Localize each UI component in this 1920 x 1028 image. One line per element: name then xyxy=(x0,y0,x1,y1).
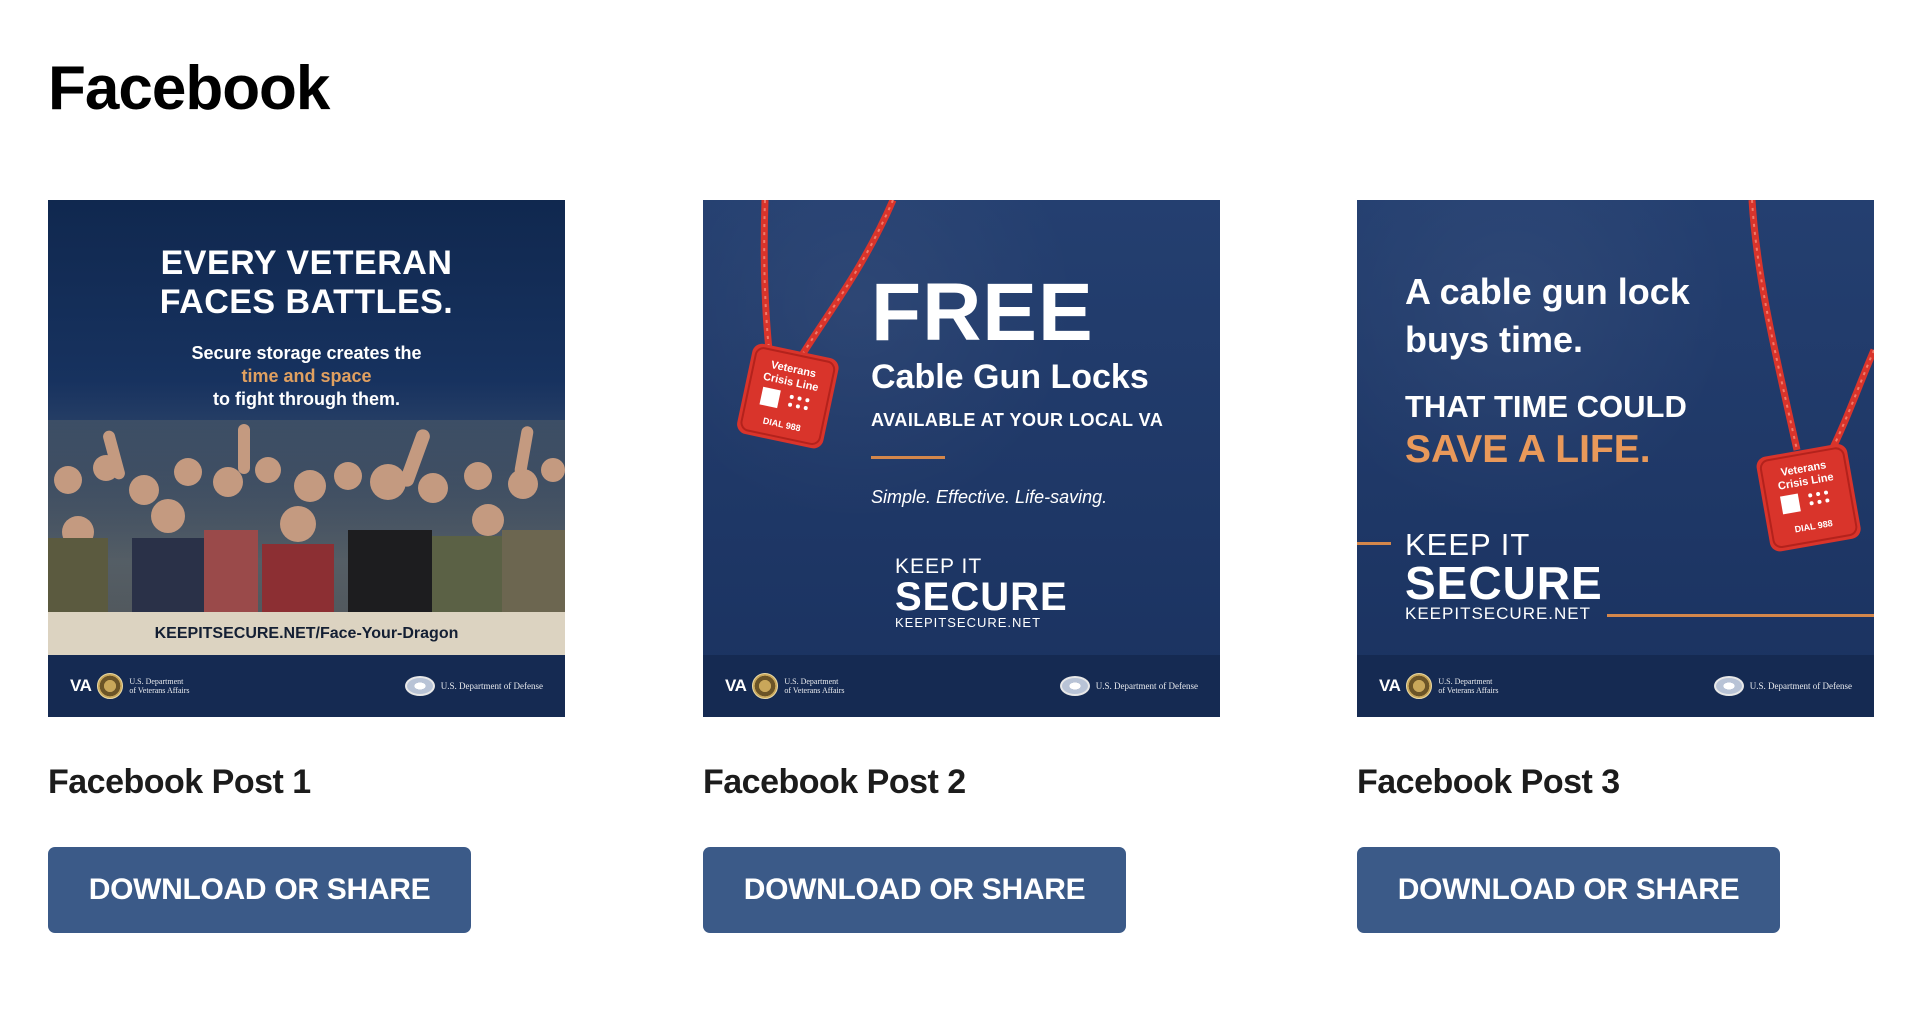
poster-url-bar: KEEPITSECURE.NET/Face-Your-Dragon xyxy=(48,612,565,656)
cable-lock-icon: Veterans Crisis Line DIAL 988 xyxy=(1748,200,1874,552)
poster-tagline: Simple. Effective. Life-saving. xyxy=(871,487,1108,507)
va-logo: VA U.S. Department of Veterans Affairs xyxy=(1379,673,1499,699)
section-title: Facebook xyxy=(48,54,330,123)
dod-logo: U.S. Department of Defense xyxy=(404,676,543,696)
download-or-share-button-1[interactable]: DOWNLOAD OR SHARE xyxy=(48,847,471,933)
accent-divider-left xyxy=(1357,542,1391,545)
card-title: Facebook Post 2 xyxy=(703,763,966,801)
headline-line-1: EVERY VETERAN xyxy=(160,244,453,282)
subtext-accent: time and space xyxy=(241,366,372,386)
download-or-share-button-3[interactable]: DOWNLOAD OR SHARE xyxy=(1357,847,1780,933)
poster-footer: VA U.S. Department of Veterans Affairs U… xyxy=(48,655,565,717)
poster-availability: AVAILABLE AT YOUR LOCAL VA xyxy=(871,410,1164,430)
facebook-post-2-image[interactable]: Veterans Crisis Line DIAL 988 FREE Cable… xyxy=(703,200,1220,717)
dod-logo: U.S. Department of Defense xyxy=(1059,676,1198,696)
dod-text: U.S. Department of Defense xyxy=(1749,681,1852,691)
facebook-post-card-1: EVERY VETERAN FACES BATTLES. Secure stor… xyxy=(48,200,565,933)
keep-it-secure-logo: KEEP IT SECURE KEEPITSECURE.NET xyxy=(895,555,1068,630)
subtext-line-1: Secure storage creates the xyxy=(191,343,422,363)
va-logo-text: VA xyxy=(725,676,747,695)
accent-divider-right xyxy=(1607,614,1874,617)
dod-text: U.S. Department of Defense xyxy=(1095,681,1198,691)
poster-headline: FREE xyxy=(871,267,1094,358)
pentagon-seal-icon xyxy=(1713,676,1744,696)
facebook-post-card-3: Veterans Crisis Line DIAL 988 A cable gu… xyxy=(1357,200,1874,933)
card-title: Facebook Post 3 xyxy=(1357,763,1620,801)
va-seal-icon xyxy=(1406,673,1433,699)
crowd-photo xyxy=(48,420,565,615)
poster-line-2: THAT TIME COULD xyxy=(1405,389,1687,424)
va-logo: VA U.S. Department of Veterans Affairs xyxy=(725,673,845,699)
va-logo: VA U.S. Department of Veterans Affairs xyxy=(70,673,190,699)
pentagon-seal-icon xyxy=(404,676,435,696)
va-logo-text: VA xyxy=(1379,676,1401,695)
dod-logo: U.S. Department of Defense xyxy=(1713,676,1852,696)
poster-headline: EVERY VETERAN FACES BATTLES. xyxy=(48,244,565,322)
facebook-post-card-2: Veterans Crisis Line DIAL 988 FREE Cable… xyxy=(703,200,1220,933)
facebook-post-1-image[interactable]: EVERY VETERAN FACES BATTLES. Secure stor… xyxy=(48,200,565,717)
keep-it-secure-logo: KEEP IT SECURE KEEPITSECURE.NET xyxy=(1405,527,1603,623)
poster-quote: A cable gun lock buys time. xyxy=(1405,271,1690,360)
poster-subtext: Secure storage creates the time and spac… xyxy=(48,342,565,411)
va-logo-text: VA xyxy=(70,676,92,695)
poster-footer: VA U.S. Department of Veterans Affairs U… xyxy=(703,655,1220,717)
subtext-line-2: to fight through them. xyxy=(213,389,400,409)
va-dept-text: U.S. Department of Veterans Affairs xyxy=(129,677,190,695)
va-dept-text: U.S. Department of Veterans Affairs xyxy=(784,677,845,695)
dod-text: U.S. Department of Defense xyxy=(440,681,543,691)
card-title: Facebook Post 1 xyxy=(48,763,311,801)
va-seal-icon xyxy=(97,673,124,699)
va-dept-text: U.S. Department of Veterans Affairs xyxy=(1438,677,1499,695)
download-or-share-button-2[interactable]: DOWNLOAD OR SHARE xyxy=(703,847,1126,933)
pentagon-seal-icon xyxy=(1059,676,1090,696)
accent-divider xyxy=(871,456,945,459)
va-seal-icon xyxy=(752,673,779,699)
headline-line-2: FACES BATTLES. xyxy=(159,283,454,321)
poster-accent-line: SAVE A LIFE. xyxy=(1405,428,1651,471)
poster-footer: VA U.S. Department of Veterans Affairs U… xyxy=(1357,655,1874,717)
poster-subheadline: Cable Gun Locks xyxy=(871,358,1149,396)
facebook-post-3-image[interactable]: Veterans Crisis Line DIAL 988 A cable gu… xyxy=(1357,200,1874,717)
